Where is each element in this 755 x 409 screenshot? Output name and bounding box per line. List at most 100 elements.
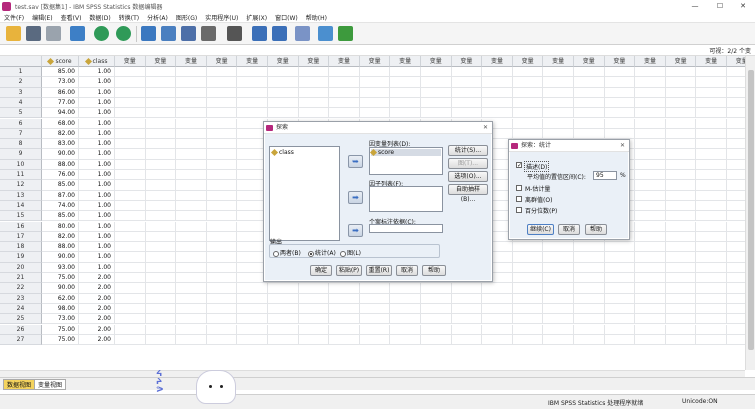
- table-cell[interactable]: [176, 273, 207, 284]
- dependent-list[interactable]: score: [369, 147, 443, 175]
- table-cell[interactable]: [635, 128, 666, 140]
- tab-data-view[interactable]: 数据视图: [3, 379, 36, 390]
- table-cell[interactable]: [390, 324, 421, 335]
- table-cell[interactable]: [512, 303, 544, 315]
- table-cell[interactable]: [206, 293, 238, 304]
- table-cell[interactable]: [635, 252, 666, 263]
- row-number[interactable]: 20: [0, 262, 42, 273]
- table-cell[interactable]: [696, 303, 727, 315]
- table-cell[interactable]: [635, 159, 666, 170]
- source-variable-item[interactable]: class: [270, 148, 294, 157]
- table-cell[interactable]: [237, 283, 268, 294]
- table-cell[interactable]: [298, 97, 330, 109]
- table-cell[interactable]: [543, 97, 574, 109]
- table-cell[interactable]: [176, 190, 207, 201]
- table-cell[interactable]: [727, 170, 745, 181]
- table-cell[interactable]: [727, 283, 745, 294]
- table-cell[interactable]: [451, 324, 483, 335]
- table-cell[interactable]: [482, 334, 513, 346]
- table-cell[interactable]: [604, 334, 636, 346]
- table-cell[interactable]: [176, 97, 207, 109]
- table-cell[interactable]: [727, 211, 745, 222]
- table-cell[interactable]: [176, 303, 207, 315]
- table-cell[interactable]: [390, 303, 421, 315]
- table-cell[interactable]: [635, 97, 666, 109]
- find-icon[interactable]: [227, 26, 242, 41]
- table-cell[interactable]: [359, 87, 391, 98]
- table-cell[interactable]: [390, 67, 421, 78]
- table-cell[interactable]: [451, 87, 483, 98]
- table-cell[interactable]: [115, 221, 146, 232]
- table-cell[interactable]: [390, 293, 421, 304]
- table-cell[interactable]: [359, 303, 391, 315]
- menu-graphs[interactable]: 图形(G): [172, 13, 201, 22]
- menu-data[interactable]: 数据(D): [85, 13, 114, 22]
- table-cell[interactable]: [635, 262, 666, 273]
- table-cell[interactable]: [206, 262, 238, 273]
- run-descriptives-icon[interactable]: [201, 26, 216, 41]
- table-cell[interactable]: [604, 303, 636, 315]
- table-cell[interactable]: [268, 303, 299, 315]
- table-cell[interactable]: [727, 149, 745, 160]
- table-cell[interactable]: [574, 324, 605, 335]
- table-cell[interactable]: [604, 242, 636, 253]
- table-cell[interactable]: 82.00: [42, 231, 79, 243]
- table-cell[interactable]: [696, 324, 727, 335]
- table-cell[interactable]: [421, 87, 452, 98]
- table-cell[interactable]: [421, 293, 452, 304]
- column-header-empty[interactable]: 变量: [574, 56, 605, 67]
- table-cell[interactable]: [574, 77, 605, 88]
- table-cell[interactable]: [574, 262, 605, 273]
- table-cell[interactable]: [115, 252, 146, 263]
- table-cell[interactable]: 1.00: [79, 242, 115, 253]
- table-cell[interactable]: [451, 67, 483, 78]
- table-cell[interactable]: 1.00: [79, 97, 115, 109]
- table-cell[interactable]: [206, 190, 238, 201]
- table-cell[interactable]: [206, 324, 238, 335]
- table-cell[interactable]: [237, 293, 268, 304]
- table-cell[interactable]: [635, 87, 666, 98]
- table-cell[interactable]: [298, 283, 330, 294]
- table-cell[interactable]: [604, 87, 636, 98]
- table-cell[interactable]: [176, 221, 207, 232]
- table-cell[interactable]: [604, 118, 636, 129]
- table-cell[interactable]: [696, 77, 727, 88]
- table-cell[interactable]: 90.00: [42, 252, 79, 263]
- table-cell[interactable]: [451, 77, 483, 88]
- table-cell[interactable]: 2.00: [79, 324, 115, 335]
- table-cell[interactable]: 1.00: [79, 180, 115, 191]
- explore-close-icon[interactable]: ✕: [483, 122, 488, 134]
- column-header-empty[interactable]: 变量: [145, 56, 177, 67]
- table-cell[interactable]: [268, 108, 299, 119]
- table-cell[interactable]: [604, 128, 636, 140]
- table-cell[interactable]: [359, 293, 391, 304]
- source-variable-list[interactable]: class: [269, 146, 340, 241]
- table-cell[interactable]: [696, 334, 727, 346]
- table-cell[interactable]: [635, 314, 666, 325]
- table-cell[interactable]: [635, 77, 666, 88]
- table-cell[interactable]: [115, 97, 146, 109]
- table-cell[interactable]: [145, 314, 177, 325]
- use-sets-icon[interactable]: [318, 26, 333, 41]
- table-cell[interactable]: [604, 314, 636, 325]
- descriptives-checkbox[interactable]: ✓: [516, 162, 522, 169]
- table-cell[interactable]: [512, 87, 544, 98]
- row-number[interactable]: 19: [0, 252, 42, 263]
- table-cell[interactable]: [727, 294, 745, 304]
- table-cell[interactable]: [543, 303, 574, 315]
- table-cell[interactable]: [298, 303, 330, 315]
- table-cell[interactable]: 1.00: [79, 77, 115, 88]
- table-cell[interactable]: [543, 77, 574, 88]
- table-cell[interactable]: [665, 159, 697, 170]
- table-cell[interactable]: [665, 334, 697, 346]
- table-cell[interactable]: [451, 314, 483, 325]
- table-cell[interactable]: [604, 67, 636, 78]
- table-cell[interactable]: [145, 221, 177, 232]
- table-cell[interactable]: [482, 108, 513, 119]
- table-cell[interactable]: [512, 67, 544, 78]
- table-cell[interactable]: [268, 334, 299, 346]
- table-cell[interactable]: 2.00: [79, 293, 115, 304]
- table-cell[interactable]: [665, 97, 697, 109]
- table-cell[interactable]: [176, 77, 207, 88]
- open-folder-icon[interactable]: [6, 26, 21, 41]
